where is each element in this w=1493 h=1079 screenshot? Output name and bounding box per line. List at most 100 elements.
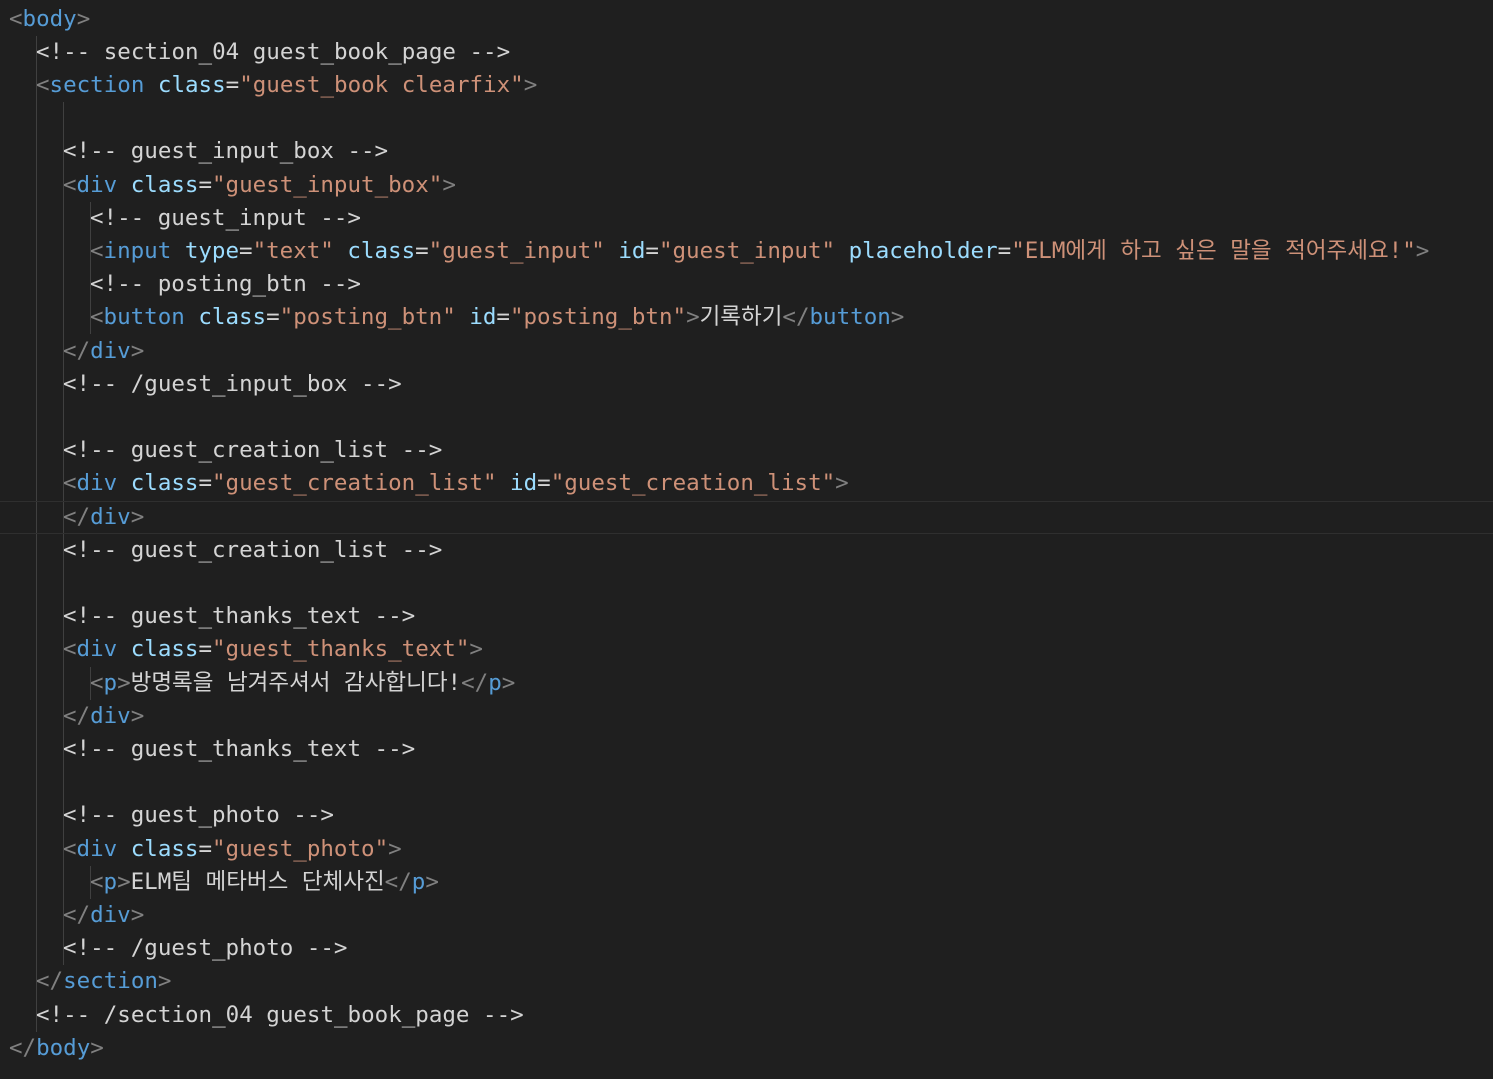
punctuation-token: > (835, 470, 849, 497)
code-line[interactable]: <div class="guest_input_box"> (0, 169, 1493, 202)
attribute-name-token: class (198, 304, 267, 331)
equals-token: = (239, 237, 253, 264)
attribute-name-token: class (157, 71, 226, 98)
code-line[interactable]: <div class="guest_creation_list" id="gue… (0, 467, 1493, 500)
code-editor[interactable]: <body> <!-- section_04 guest_book_page --… (0, 0, 1493, 1079)
code-line[interactable]: </div> (0, 700, 1493, 733)
punctuation-token: > (157, 968, 172, 995)
punctuation-token: > (442, 171, 456, 198)
punctuation-token: < (36, 71, 50, 98)
comment-token: <!-- guest_input --> (90, 204, 361, 231)
code-line[interactable] (0, 102, 1493, 135)
code-line[interactable]: </section> (0, 965, 1493, 998)
attribute-name-token: class (347, 237, 416, 264)
comment-token: <!-- guest_thanks_text --> (63, 603, 416, 630)
code-line[interactable]: <!-- /guest_photo --> (0, 932, 1493, 965)
punctuation-token: </ (63, 702, 91, 729)
punctuation-token: > (501, 669, 516, 696)
code-line[interactable]: <!-- guest_creation_list --> (0, 434, 1493, 467)
tag-name-token: div (90, 337, 131, 364)
comment-token: <!-- guest_photo --> (63, 802, 334, 829)
equals-token: = (496, 304, 510, 331)
comment-token: <!-- guest_creation_list --> (63, 536, 443, 563)
code-line[interactable]: <button class="posting_btn" id="posting_… (0, 301, 1493, 334)
code-line[interactable]: <!-- section_04 guest_book_page --> (0, 36, 1493, 69)
equals-token: = (997, 237, 1012, 264)
tag-name-token: p (103, 868, 118, 895)
code-line[interactable] (0, 567, 1493, 600)
punctuation-token: < (90, 669, 104, 696)
code-line[interactable]: <!-- guest_creation_list --> (0, 534, 1493, 567)
equals-token: = (225, 71, 240, 98)
code-line[interactable]: <!-- /guest_input_box --> (0, 368, 1493, 401)
punctuation-token: > (117, 669, 131, 696)
punctuation-token: > (425, 868, 439, 895)
code-line[interactable]: <!-- guest_thanks_text --> (0, 600, 1493, 633)
code-line[interactable]: <!-- guest_thanks_text --> (0, 733, 1493, 766)
code-line[interactable]: <!-- guest_photo --> (0, 799, 1493, 832)
tag-name-token: div (76, 171, 118, 198)
code-line[interactable]: <!-- guest_input --> (0, 202, 1493, 235)
string-token: "ELM에게 하고 싶은 말을 적어주세요!" (1011, 237, 1416, 264)
code-line[interactable]: <div class="guest_photo"> (0, 833, 1493, 866)
punctuation-token: > (76, 5, 91, 32)
punctuation-token: > (130, 901, 145, 928)
code-line[interactable] (0, 401, 1493, 434)
code-line[interactable]: <body> (0, 3, 1493, 36)
code-line[interactable]: </div> (0, 899, 1493, 932)
punctuation-token: > (523, 71, 538, 98)
punctuation-token: </ (63, 503, 91, 530)
tag-name-token: div (76, 835, 118, 862)
code-line[interactable]: </div> (0, 501, 1493, 534)
code-line[interactable]: <!-- posting_btn --> (0, 268, 1493, 301)
attribute-name-token: placeholder (848, 237, 998, 264)
attribute-name-token: class (130, 171, 199, 198)
punctuation-token: < (9, 5, 23, 32)
punctuation-token: </ (461, 669, 489, 696)
string-token: "posting_btn" (279, 304, 456, 331)
tag-name-token: div (90, 503, 131, 530)
tag-name-token: body (36, 1034, 91, 1061)
equals-token: = (266, 304, 280, 331)
punctuation-token: > (388, 835, 402, 862)
punctuation-token: </ (384, 868, 412, 895)
code-line[interactable]: <p>방명록을 남겨주셔서 감사합니다!</p> (0, 667, 1493, 700)
code-line[interactable]: <!-- /section_04 guest_book_page --> (0, 999, 1493, 1032)
code-line[interactable] (0, 766, 1493, 799)
equals-token: = (198, 171, 213, 198)
code-line[interactable]: <input type="text" class="guest_input" i… (0, 235, 1493, 268)
tag-name-token: div (90, 901, 131, 928)
punctuation-token: > (1415, 237, 1430, 264)
tag-name-token: div (76, 470, 118, 497)
punctuation-token: </ (782, 304, 810, 331)
code-line[interactable]: <!-- guest_input_box --> (0, 135, 1493, 168)
code-line[interactable]: <p>ELM팀 메타버스 단체사진</p> (0, 866, 1493, 899)
string-token: "guest_creation_list" (212, 470, 497, 497)
punctuation-token: </ (63, 901, 91, 928)
string-token: "posting_btn" (509, 304, 687, 331)
tag-name-token: input (103, 237, 172, 264)
equals-token: = (415, 237, 429, 264)
equals-token: = (645, 237, 659, 264)
code-line[interactable]: <div class="guest_thanks_text"> (0, 633, 1493, 666)
code-line[interactable]: <section class="guest_book clearfix"> (0, 69, 1493, 102)
tag-name-token: body (22, 5, 77, 32)
string-token: "guest_input" (658, 237, 836, 264)
punctuation-token: > (469, 636, 483, 663)
punctuation-token: < (63, 835, 77, 862)
code-line[interactable]: </div> (0, 335, 1493, 368)
tag-name-token: div (76, 636, 118, 663)
tag-name-token: p (103, 669, 118, 696)
punctuation-token: > (90, 1034, 104, 1061)
equals-token: = (198, 470, 213, 497)
code-line[interactable]: </body> (0, 1032, 1493, 1065)
string-token: "guest_creation_list" (550, 470, 836, 497)
punctuation-token: < (63, 470, 77, 497)
punctuation-token: > (686, 304, 700, 331)
